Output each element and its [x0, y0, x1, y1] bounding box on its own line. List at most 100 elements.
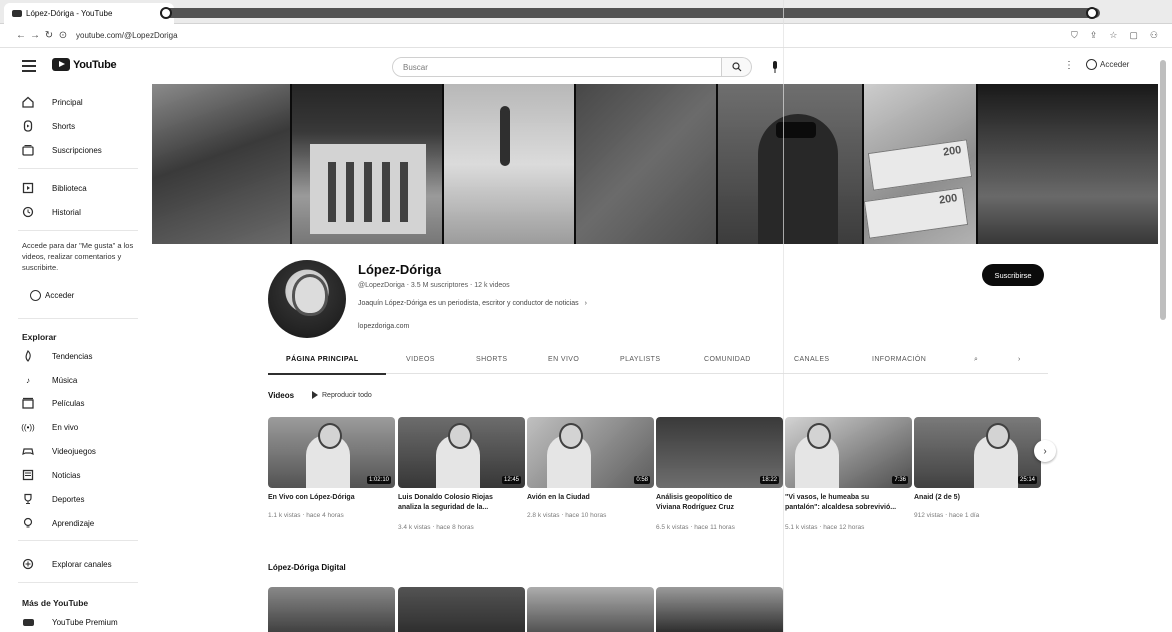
star-icon[interactable]: ☆: [1109, 30, 1117, 41]
subscribe-button[interactable]: Suscribirse: [982, 264, 1044, 286]
overlay-guide-line: [783, 0, 784, 632]
video-duration: 18:22: [759, 476, 779, 484]
video-thumbnail[interactable]: [656, 587, 783, 632]
tab-channels[interactable]: CANALES: [794, 356, 829, 363]
sidebar-item-history[interactable]: Historial: [22, 204, 81, 220]
video-duration: 12:45: [501, 476, 521, 484]
voice-search-button[interactable]: [768, 60, 782, 74]
reload-icon[interactable]: ↻: [42, 30, 56, 41]
movies-icon: [22, 397, 34, 409]
sidebar-divider: [18, 168, 138, 169]
sidebar-item-news[interactable]: Noticias: [22, 467, 80, 483]
search-channel-icon[interactable]: ⌕: [974, 356, 978, 364]
account-icon: [1086, 59, 1097, 70]
sidebar-item-gaming[interactable]: Videojuegos: [22, 443, 96, 459]
shelf-next-button[interactable]: ›: [1034, 440, 1056, 462]
channel-banner: 200 200: [152, 84, 1158, 244]
banner-panel-runner: [444, 84, 576, 244]
sidebar-signin-button[interactable]: Acceder: [30, 290, 74, 301]
browser-tab[interactable]: López-Dóriga - YouTube ×: [4, 3, 174, 24]
video-title[interactable]: En Vivo con López-Dóriga: [268, 493, 390, 503]
channel-description[interactable]: Joaquín López-Dóriga es un periodista, e…: [358, 300, 587, 307]
tab-about[interactable]: INFORMACIÓN: [872, 356, 926, 363]
shelf2-title[interactable]: López-Dóriga Digital: [268, 563, 346, 572]
video-thumbnail[interactable]: 7:36: [785, 417, 912, 488]
back-icon[interactable]: ←: [14, 30, 28, 41]
settings-kebab-icon[interactable]: ⋮: [1064, 60, 1074, 71]
video-title[interactable]: Luis Donaldo Colosio Riojas analiza la se…: [398, 493, 520, 513]
active-tab-underline: [268, 373, 386, 375]
video-thumbnail[interactable]: [527, 587, 654, 632]
signin-button[interactable]: Acceder: [1086, 59, 1129, 70]
video-title[interactable]: Análisis geopolítico de Viviana Rodríguez…: [656, 493, 778, 513]
sidebar-item-home[interactable]: Principal: [22, 94, 83, 110]
search-input[interactable]: Buscar: [392, 57, 722, 77]
url-text[interactable]: youtube.com/@LopezDoriga: [76, 31, 178, 40]
tab-home[interactable]: PÁGINA PRINCIPAL: [286, 356, 359, 363]
tab-shorts[interactable]: SHORTS: [476, 356, 507, 363]
sidebar-item-premium[interactable]: YouTube Premium: [22, 614, 118, 630]
gaming-icon: [22, 445, 34, 457]
sidebar-item-movies[interactable]: Películas: [22, 395, 84, 411]
shelf-title[interactable]: Videos: [268, 391, 294, 400]
tab-community[interactable]: COMUNIDAD: [704, 356, 751, 363]
chevron-right-icon: ›: [1043, 445, 1047, 457]
add-circle-icon: [22, 558, 34, 570]
sidebar-item-sports[interactable]: Deportes: [22, 491, 84, 507]
banner-panel-field: [576, 84, 718, 244]
video-title[interactable]: Avión en la Ciudad: [527, 493, 649, 503]
subscriptions-icon: [22, 144, 34, 156]
scrub-end-handle[interactable]: [1086, 7, 1098, 19]
page-scrollbar[interactable]: [1160, 60, 1166, 320]
vr-headset-person: [758, 114, 838, 244]
news-icon: [22, 469, 34, 481]
tabs-next-chevron-icon[interactable]: ›: [1018, 356, 1021, 363]
channel-link[interactable]: lopezdoriga.com: [358, 323, 409, 330]
share-icon[interactable]: ⇪: [1090, 30, 1098, 41]
sidebar-item-music[interactable]: ♪ Música: [22, 372, 77, 388]
video-thumbnail[interactable]: 25:14: [914, 417, 1041, 488]
scrub-start-handle[interactable]: [160, 7, 172, 19]
video-thumbnail[interactable]: [268, 587, 395, 632]
video-title-line: Viviana Rodríguez Cruz: [656, 504, 735, 511]
sidebar-item-trending[interactable]: Tendencias: [22, 348, 92, 364]
youtube-favicon-icon: [12, 10, 22, 17]
banner-panel-building: [292, 84, 444, 244]
video-thumbnail[interactable]: 1:02:10: [268, 417, 395, 488]
video-thumbnail[interactable]: 12:45: [398, 417, 525, 488]
presenter-figure: [795, 423, 839, 488]
play-all-button[interactable]: Reproducir todo: [312, 391, 372, 399]
tab-live[interactable]: EN VIVO: [548, 356, 579, 363]
extension-icon[interactable]: ⛉: [1071, 30, 1078, 41]
sidebar-item-shorts[interactable]: Shorts: [22, 118, 75, 134]
profile-icon[interactable]: ⚇: [1150, 30, 1158, 41]
video-thumbnail[interactable]: [398, 587, 525, 632]
banknote-image: 200: [867, 139, 973, 191]
sidebar-item-label: Biblioteca: [52, 183, 87, 193]
tab-videos[interactable]: VIDEOS: [406, 356, 435, 363]
runner-figure: [500, 106, 510, 166]
sidebar-toggle-icon[interactable]: ▢: [1129, 30, 1138, 41]
sidebar-item-learning[interactable]: Aprendizaje: [22, 515, 94, 531]
sidebar-item-library[interactable]: Biblioteca: [22, 180, 87, 196]
channel-avatar[interactable]: [268, 260, 346, 338]
video-thumbnail[interactable]: 18:22: [656, 417, 783, 488]
video-title-line: Anaid (2 de 5): [914, 494, 960, 501]
sidebar-item-subscriptions[interactable]: Suscripciones: [22, 142, 102, 158]
video-scrub-bar[interactable]: [160, 7, 1100, 19]
sidebar-item-browse-channels[interactable]: Explorar canales: [22, 556, 112, 572]
tab-playlists[interactable]: PLAYLISTS: [620, 356, 660, 363]
video-thumbnail[interactable]: 0:58: [527, 417, 654, 488]
video-title[interactable]: Anaid (2 de 5): [914, 493, 1036, 503]
hamburger-menu-icon[interactable]: [22, 60, 36, 75]
youtube-logo[interactable]: YouTube: [52, 58, 117, 71]
video-title[interactable]: "Vi vasos, le humeaba su pantalón": alcal…: [785, 493, 907, 513]
browser-tab-bar: López-Dóriga - YouTube ×: [0, 0, 1172, 24]
forward-icon[interactable]: →: [28, 30, 42, 41]
sidebar-item-live[interactable]: ((•)) En vivo: [21, 419, 78, 435]
search-icon: [731, 62, 741, 72]
sidebar-item-label: Deportes: [52, 494, 85, 504]
sidebar-item-label: Música: [52, 375, 78, 385]
search-button[interactable]: [722, 57, 752, 77]
youtube-premium-icon: [22, 616, 34, 628]
